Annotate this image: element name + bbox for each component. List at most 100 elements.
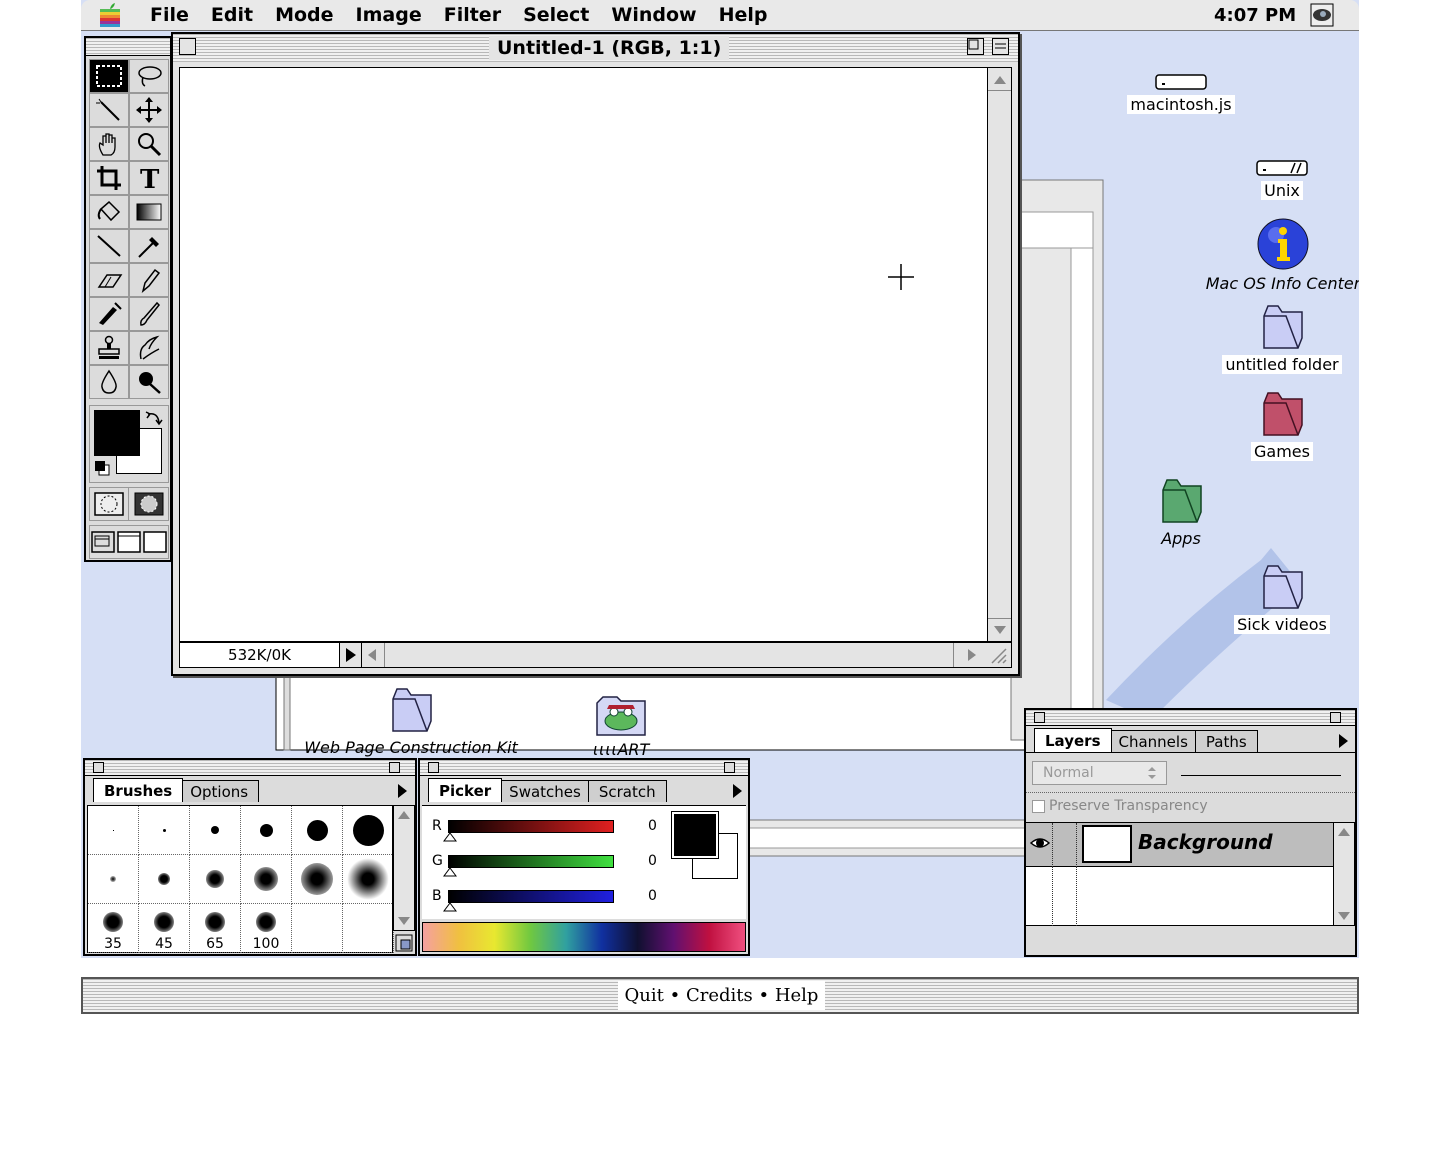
menu-filter[interactable]: Filter <box>433 0 512 31</box>
soft-brush-45[interactable]: 45 <box>139 904 190 953</box>
gradient-tool[interactable] <box>129 195 169 229</box>
document-size-info[interactable]: 532K/0K <box>180 643 340 667</box>
preserve-transparency-checkbox[interactable]: Preserve Transparency <box>1032 798 1208 814</box>
magic-wand-tool[interactable] <box>89 93 129 127</box>
desktop-icon-web-page-construction-kit[interactable]: Web Page Construction Kit <box>301 685 521 757</box>
layers-palette-menu[interactable] <box>1334 730 1352 752</box>
scroll-down-arrow-icon[interactable] <box>397 916 411 926</box>
application-menu[interactable] <box>1310 3 1334 27</box>
desktop-icon-apps[interactable]: Apps <box>1121 476 1241 548</box>
full-screen-icon[interactable] <box>143 531 167 553</box>
picker-palette-menu[interactable] <box>728 780 746 802</box>
soft-brush-5[interactable] <box>88 855 139 904</box>
horizontal-scrollbar[interactable] <box>384 643 954 667</box>
tab-channels[interactable]: Channels <box>1107 730 1199 752</box>
toolbox-title-bar[interactable] <box>86 38 170 56</box>
brush-9[interactable] <box>241 806 292 855</box>
slider-thumb-icon[interactable] <box>443 867 457 877</box>
eye-visibility-icon[interactable] <box>1030 835 1050 851</box>
brushes-title-bar[interactable] <box>85 760 415 776</box>
resize-grip-icon[interactable] <box>988 645 1008 665</box>
tab-options[interactable]: Options <box>179 780 260 802</box>
scroll-up-arrow-icon[interactable] <box>1337 827 1351 837</box>
color-ramp[interactable] <box>422 922 746 952</box>
palette-zoom-box[interactable] <box>1330 712 1341 723</box>
brush-3[interactable] <box>139 806 190 855</box>
airbrush-tool[interactable] <box>89 297 129 331</box>
vertical-scrollbar[interactable] <box>988 67 1012 642</box>
soft-brush-100[interactable]: 100 <box>241 904 292 953</box>
desktop-icon-games[interactable]: Games <box>1222 389 1342 461</box>
hand-tool[interactable] <box>89 127 129 161</box>
scroll-left-arrow-icon[interactable] <box>366 648 378 662</box>
soft-brush-17[interactable] <box>241 855 292 904</box>
resize-grip-icon[interactable] <box>395 934 413 952</box>
help-link[interactable]: Help <box>775 985 819 1006</box>
collapse-box[interactable] <box>992 38 1009 55</box>
brushes-scrollbar[interactable] <box>393 805 415 931</box>
pencil-tool[interactable] <box>129 263 169 297</box>
tab-layers[interactable]: Layers <box>1034 728 1112 752</box>
menu-edit[interactable]: Edit <box>200 0 264 31</box>
soft-brush-21[interactable] <box>292 855 343 904</box>
palette-zoom-box[interactable] <box>724 762 735 773</box>
zoom-tool[interactable] <box>129 127 169 161</box>
eraser-tool[interactable] <box>89 263 129 297</box>
tab-picker[interactable]: Picker <box>428 778 503 802</box>
scroll-right-arrow-icon[interactable] <box>966 648 978 662</box>
soft-brush-65[interactable]: 65 <box>190 904 241 953</box>
palette-zoom-box[interactable] <box>389 762 400 773</box>
blur-tool[interactable] <box>89 365 129 399</box>
lasso-tool[interactable] <box>129 59 169 93</box>
soft-brush-13[interactable] <box>190 855 241 904</box>
smudge-tool[interactable] <box>129 331 169 365</box>
scroll-down-arrow-icon[interactable] <box>1337 911 1351 921</box>
image-canvas[interactable] <box>179 67 988 642</box>
paintbrush-tool[interactable] <box>129 297 169 331</box>
rubber-stamp-tool[interactable] <box>89 331 129 365</box>
soft-brush-9[interactable] <box>139 855 190 904</box>
standard-mode-button[interactable] <box>90 488 130 520</box>
brush-19[interactable] <box>343 806 394 855</box>
menu-mode[interactable]: Mode <box>264 0 344 31</box>
scroll-up-arrow-icon[interactable] <box>397 810 411 820</box>
credits-link[interactable]: Credits <box>686 985 753 1006</box>
quick-mask-button[interactable] <box>129 488 168 520</box>
blue-slider[interactable]: B 0 <box>428 888 728 918</box>
palette-close-box[interactable] <box>93 762 104 773</box>
brush-1[interactable] <box>88 806 139 855</box>
opacity-field[interactable] <box>1181 775 1341 776</box>
full-screen-menu-icon[interactable] <box>117 531 141 553</box>
picker-title-bar[interactable] <box>420 760 748 776</box>
menu-help[interactable]: Help <box>708 0 779 31</box>
palette-close-box[interactable] <box>428 762 439 773</box>
brush-5[interactable] <box>190 806 241 855</box>
brushes-palette-menu[interactable] <box>393 780 411 802</box>
quit-link[interactable]: Quit <box>625 985 664 1006</box>
tab-paths[interactable]: Paths <box>1194 730 1258 752</box>
menu-window[interactable]: Window <box>600 0 707 31</box>
move-tool[interactable] <box>129 93 169 127</box>
desktop-icon-art[interactable]: ɩɩɩɩART <box>561 695 681 759</box>
crop-tool[interactable] <box>89 161 129 195</box>
desktop-icon-mac-os-info-center[interactable]: Mac OS Info Center <box>1206 217 1359 293</box>
slider-thumb-icon[interactable] <box>443 902 457 912</box>
layer-row-background[interactable]: Background <box>1026 823 1333 867</box>
scroll-down-arrow-icon[interactable] <box>992 624 1008 636</box>
standard-screen-icon[interactable] <box>91 531 115 553</box>
layers-scrollbar[interactable] <box>1333 822 1355 926</box>
menu-clock[interactable]: 4:07 PM <box>1214 0 1296 31</box>
tab-brushes[interactable]: Brushes <box>93 778 184 802</box>
zoom-box[interactable] <box>967 38 984 55</box>
layers-title-bar[interactable] <box>1026 710 1355 726</box>
tab-scratch[interactable]: Scratch <box>587 780 667 802</box>
dodge-tool[interactable] <box>129 365 169 399</box>
foreground-color-swatch[interactable] <box>94 410 140 456</box>
soft-brush-27[interactable] <box>343 855 394 904</box>
menu-select[interactable]: Select <box>512 0 600 31</box>
close-box[interactable] <box>179 38 196 55</box>
apple-menu[interactable] <box>81 0 139 31</box>
desktop-icon-sick-videos[interactable]: Sick videos <box>1222 562 1342 634</box>
line-tool[interactable] <box>89 229 129 263</box>
desktop-icon-untitled-folder[interactable]: untitled folder <box>1212 302 1352 374</box>
